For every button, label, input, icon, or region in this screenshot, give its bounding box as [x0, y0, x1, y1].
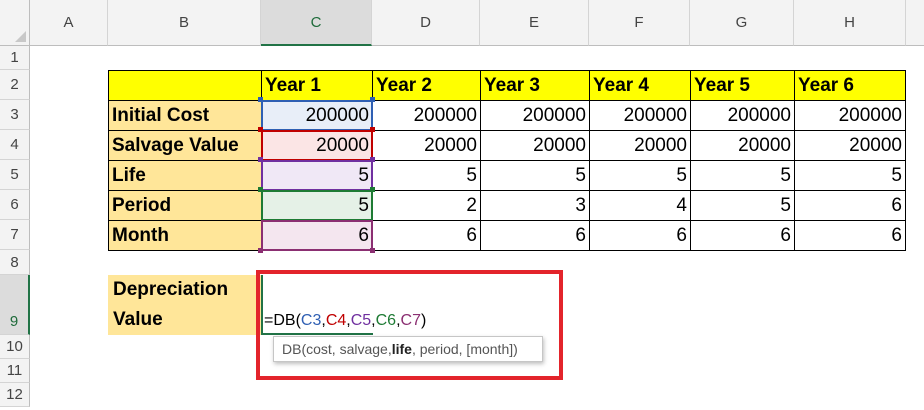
cell-d6[interactable]: 2: [372, 190, 481, 221]
cell-d3[interactable]: 200000: [372, 100, 481, 131]
depreciation-value-label[interactable]: Depreciation Value: [108, 275, 261, 335]
row-header-9[interactable]: 9: [0, 275, 30, 335]
column-header-b[interactable]: B: [108, 0, 261, 46]
column-header-d[interactable]: D: [372, 0, 480, 46]
cell-g7[interactable]: 6: [690, 220, 795, 251]
ref-border-c3: [261, 100, 373, 131]
cell-f4[interactable]: 20000: [589, 130, 691, 161]
select-all-triangle-icon: [15, 31, 26, 42]
row-header-11[interactable]: 11: [0, 359, 30, 383]
cell-h5[interactable]: 5: [794, 160, 906, 191]
header-year-2[interactable]: Year 2: [372, 70, 481, 101]
column-header-next: [906, 0, 924, 46]
label-initial-cost[interactable]: Initial Cost: [108, 100, 262, 131]
header-year-6[interactable]: Year 6: [794, 70, 906, 101]
row-header-6[interactable]: 6: [0, 190, 30, 220]
ref-handle-c7-left[interactable]: [258, 248, 263, 253]
cell-f5[interactable]: 5: [589, 160, 691, 191]
ref-handle-c3-right[interactable]: [370, 97, 375, 102]
column-header-c[interactable]: C: [261, 0, 372, 46]
row-header-4[interactable]: 4: [0, 130, 30, 160]
ref-border-c6: [261, 190, 373, 221]
cell-e7[interactable]: 6: [480, 220, 590, 251]
ref-handle-c4-right[interactable]: [370, 127, 375, 132]
cell-b2[interactable]: [108, 70, 262, 101]
cell-h3[interactable]: 200000: [794, 100, 906, 131]
ref-handle-c3-left[interactable]: [258, 97, 263, 102]
label-salvage-value[interactable]: Salvage Value: [108, 130, 262, 161]
cell-h7[interactable]: 6: [794, 220, 906, 251]
row-header-3[interactable]: 3: [0, 100, 30, 130]
cell-f7[interactable]: 6: [589, 220, 691, 251]
header-year-5[interactable]: Year 5: [690, 70, 795, 101]
cell-d4[interactable]: 20000: [372, 130, 481, 161]
column-header-h[interactable]: H: [794, 0, 906, 46]
depreciation-label-line1: Depreciation: [113, 279, 229, 300]
cell-e3[interactable]: 200000: [480, 100, 590, 131]
row-header-5[interactable]: 5: [0, 160, 30, 190]
cell-e5[interactable]: 5: [480, 160, 590, 191]
ref-handle-c7-right[interactable]: [370, 248, 375, 253]
row-header-10[interactable]: 10: [0, 335, 30, 359]
cell-g3[interactable]: 200000: [690, 100, 795, 131]
label-life[interactable]: Life: [108, 160, 262, 191]
row-header-2[interactable]: 2: [0, 70, 30, 100]
header-year-4[interactable]: Year 4: [589, 70, 691, 101]
header-year-1[interactable]: Year 1: [261, 70, 373, 101]
ref-border-c4: [261, 130, 373, 161]
column-header-a[interactable]: A: [30, 0, 108, 46]
ref-handle-c5-left[interactable]: [258, 157, 263, 162]
cell-e6[interactable]: 3: [480, 190, 590, 221]
row-header-1[interactable]: 1: [0, 46, 30, 70]
cell-f3[interactable]: 200000: [589, 100, 691, 131]
column-header-g[interactable]: G: [690, 0, 794, 46]
cell-d5[interactable]: 5: [372, 160, 481, 191]
select-all-corner[interactable]: [0, 0, 30, 46]
row-header-12[interactable]: 12: [0, 383, 30, 407]
column-header-f[interactable]: F: [589, 0, 690, 46]
cell-h6[interactable]: 6: [794, 190, 906, 221]
label-period[interactable]: Period: [108, 190, 262, 221]
cell-e4[interactable]: 20000: [480, 130, 590, 161]
cell-f6[interactable]: 4: [589, 190, 691, 221]
cell-d7[interactable]: 6: [372, 220, 481, 251]
ref-handle-c6-left[interactable]: [258, 187, 263, 192]
row-header-7[interactable]: 7: [0, 220, 30, 250]
cell-g4[interactable]: 20000: [690, 130, 795, 161]
column-header-e[interactable]: E: [480, 0, 589, 46]
ref-border-c5: [261, 160, 373, 191]
cell-h4[interactable]: 20000: [794, 130, 906, 161]
ref-border-c7: [261, 220, 373, 251]
depreciation-label-line2: Value: [113, 309, 163, 330]
header-year-3[interactable]: Year 3: [480, 70, 590, 101]
cell-g6[interactable]: 5: [690, 190, 795, 221]
label-month[interactable]: Month: [108, 220, 262, 251]
row-header-8[interactable]: 8: [0, 250, 30, 275]
cell-g5[interactable]: 5: [690, 160, 795, 191]
ref-handle-c6-right[interactable]: [370, 187, 375, 192]
highlight-box: [256, 270, 563, 380]
ref-handle-c5-right[interactable]: [370, 157, 375, 162]
ref-handle-c4-left[interactable]: [258, 127, 263, 132]
